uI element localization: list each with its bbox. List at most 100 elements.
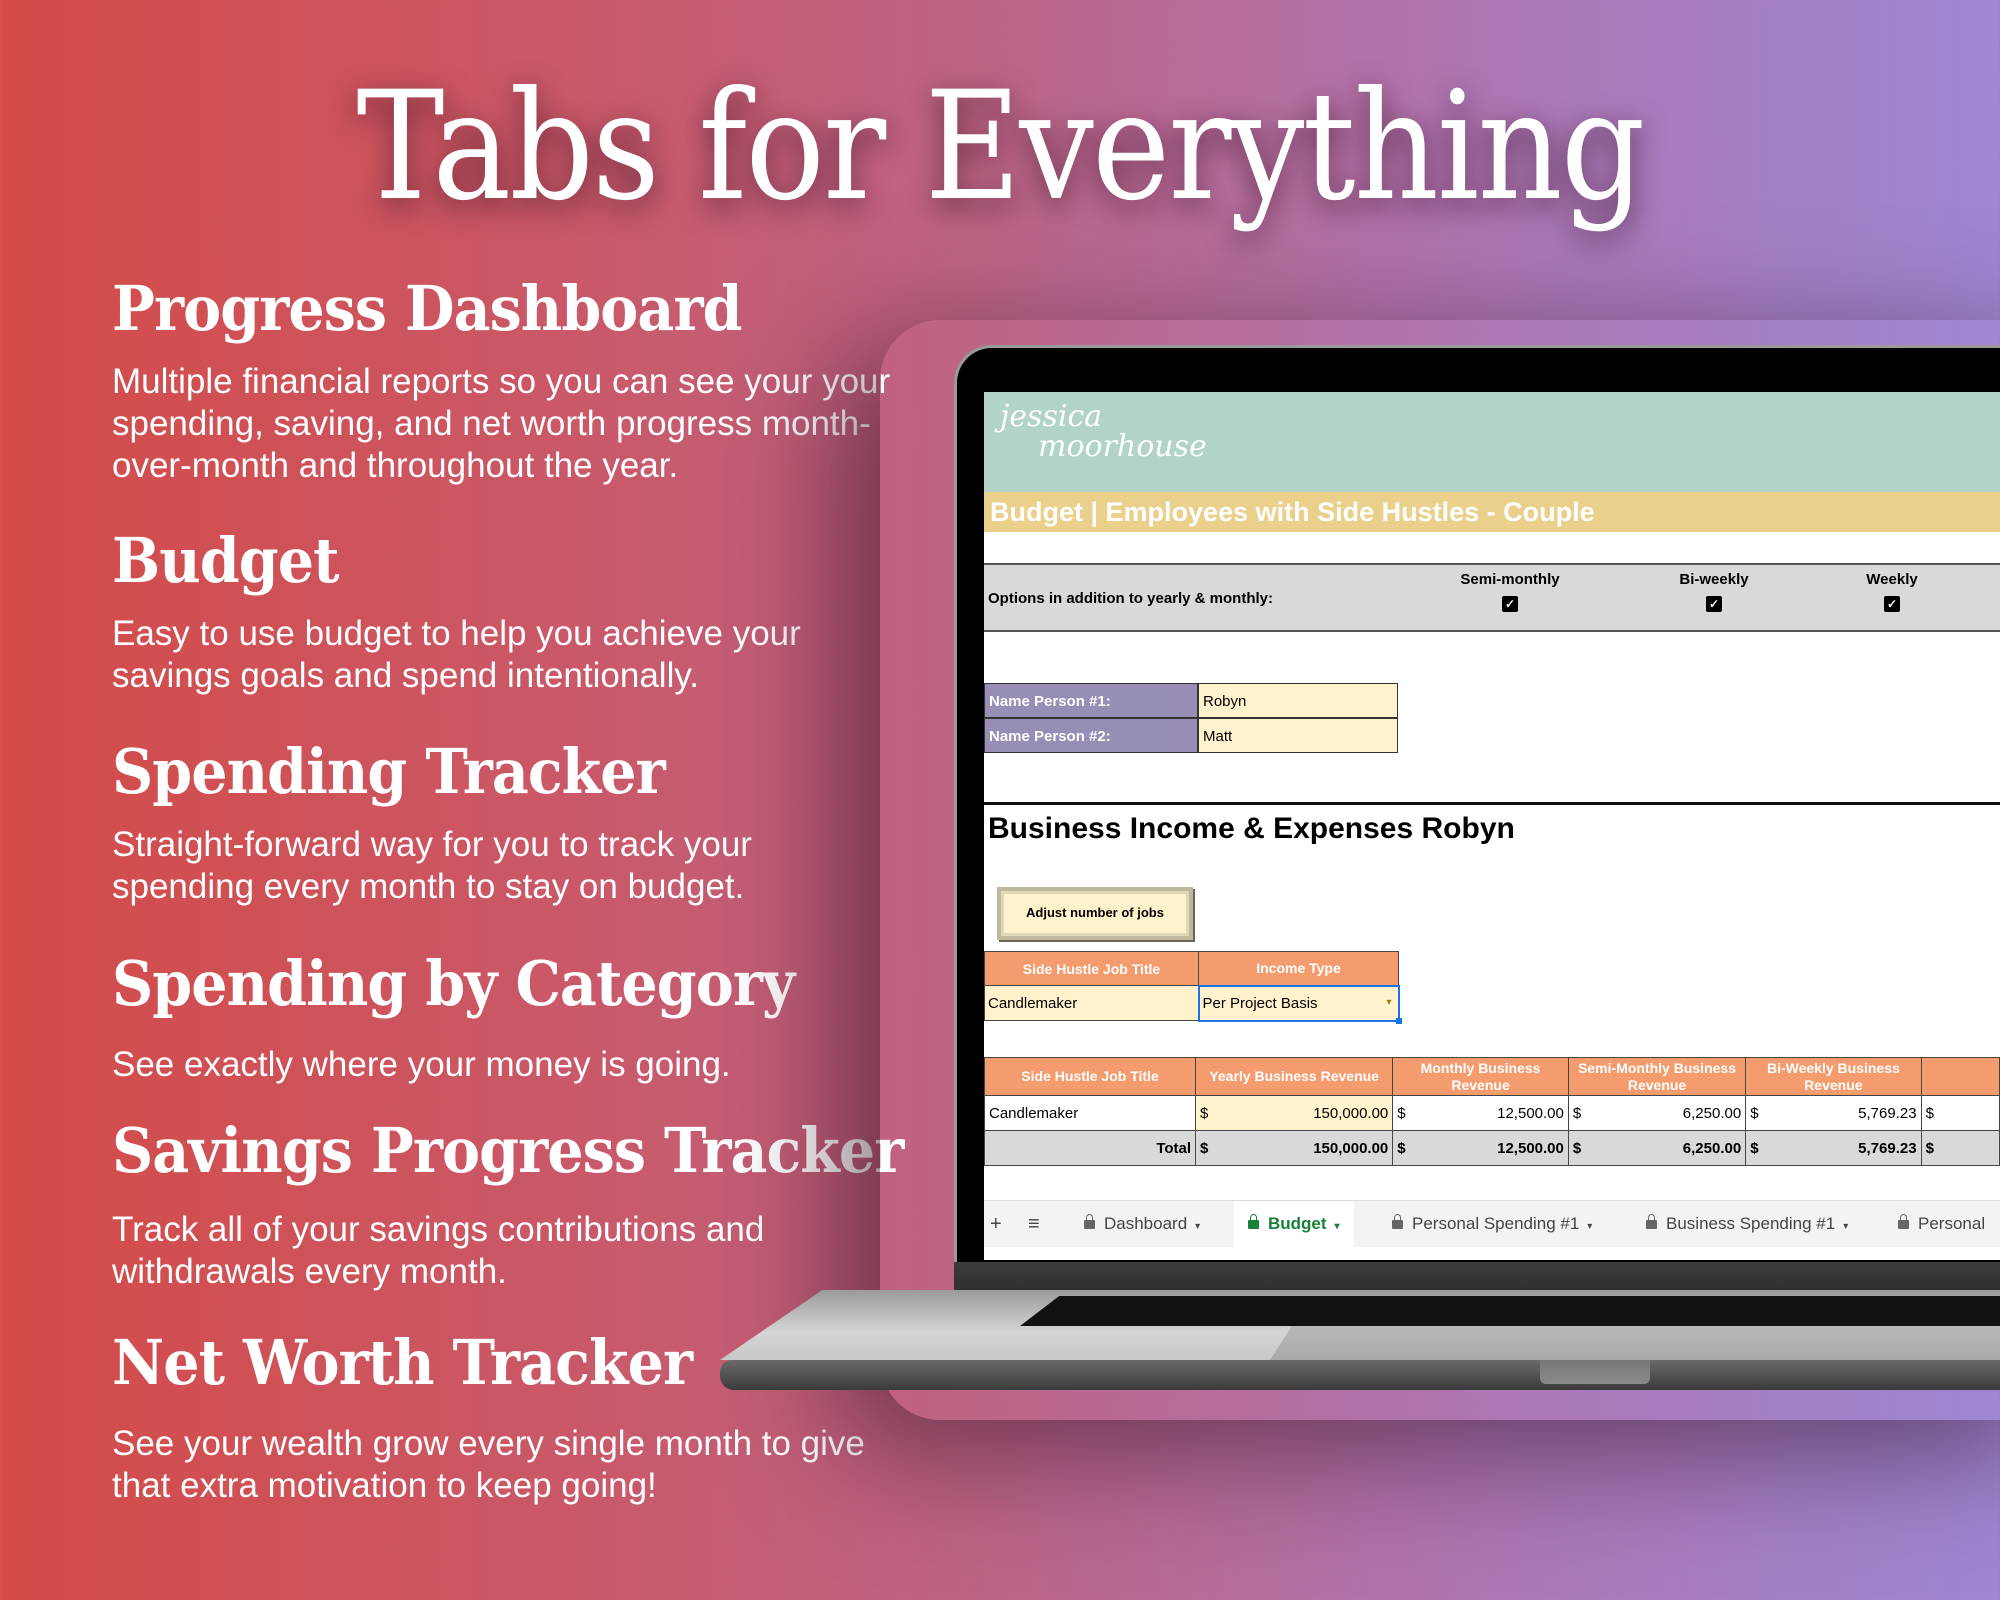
checkbox-checked-icon[interactable]: ✓ (1884, 596, 1900, 612)
overflow-cell: $ (1920, 1130, 2000, 1166)
name-row-person-2: Name Person #2: Matt (984, 718, 1398, 753)
brand-logo: jessica moorhouse (1000, 402, 1207, 462)
feature-savings-progress-tracker: Savings Progress Tracker Track all of yo… (112, 1114, 972, 1293)
option-weekly: Weekly ✓ (1832, 571, 1952, 612)
income-type-value: Per Project Basis (1202, 994, 1318, 1012)
page-title: Tabs for Everything (356, 60, 1645, 234)
option-semi-monthly: Semi-monthly ✓ (1450, 571, 1570, 612)
tab-dashboard[interactable]: Dashboard ▾ (1070, 1201, 1214, 1247)
lock-icon (1646, 1214, 1657, 1229)
currency-symbol: $ (1200, 1104, 1209, 1122)
option-bi-weekly: Bi-weekly ✓ (1654, 571, 1774, 612)
amount: 5,769.23 (1858, 1139, 1917, 1157)
column-header: Semi-Monthly Business Revenue (1567, 1057, 1747, 1096)
adjust-jobs-button[interactable]: Adjust number of jobs (997, 887, 1193, 940)
laptop-front-edge (720, 1360, 2000, 1390)
total-row: Total $150,000.00 $12,500.00 $6,250.00 $… (984, 1130, 2000, 1166)
frequency-options-row: Options in addition to yearly & monthly:… (984, 563, 2000, 632)
all-sheets-icon[interactable]: ≡ (1014, 1201, 1054, 1247)
currency-symbol: $ (1572, 1139, 1582, 1157)
lock-icon (1084, 1214, 1095, 1229)
table-row: Candlemaker Per Project Basis ▾ (984, 984, 1402, 1024)
job-type-table: Side Hustle Job Title Income Type Candle… (984, 951, 1402, 1024)
chevron-down-icon[interactable]: ▾ (1195, 1221, 1200, 1232)
add-sheet-icon[interactable]: + (984, 1201, 1016, 1247)
feature-heading: Progress Dashboard (112, 272, 743, 345)
feature-spending-tracker: Spending Tracker Straight-forward way fo… (112, 735, 852, 908)
lock-icon (1898, 1214, 1909, 1229)
spreadsheet-screen: jessica moorhouse Budget | Employees wit… (984, 392, 2000, 1260)
dropdown-caret-icon[interactable]: ▾ (1386, 997, 1391, 1008)
tab-label: Dashboard (1104, 1214, 1188, 1233)
name-input[interactable]: Matt (1198, 718, 1398, 753)
tab-personal-spending-1[interactable]: Personal Spending #1 ▾ (1378, 1201, 1606, 1247)
income-type-dropdown[interactable]: Per Project Basis ▾ (1197, 984, 1402, 1024)
amount: 6,250.00 (1682, 1104, 1742, 1122)
logo-line1: jessica (1000, 399, 1103, 434)
chevron-down-icon[interactable]: ▾ (1335, 1221, 1340, 1232)
column-header: Yearly Business Revenue (1195, 1057, 1394, 1096)
logo-line2: moorhouse (1038, 429, 1207, 464)
tab-label: Budget (1268, 1214, 1327, 1233)
selection-handle[interactable] (1395, 1017, 1402, 1024)
yearly-revenue-cell[interactable]: $150,000.00 (1195, 1095, 1394, 1131)
name-label: Name Person #1: (984, 683, 1198, 718)
feature-description: Multiple financial reports so you can se… (112, 362, 891, 485)
feature-heading: Spending by Category (112, 947, 795, 1020)
amount: 12,500.00 (1497, 1139, 1564, 1157)
lock-icon (1248, 1214, 1259, 1229)
column-header: Side Hustle Job Title (984, 951, 1199, 986)
currency-symbol: $ (1200, 1139, 1209, 1157)
tab-personal[interactable]: Personal (1884, 1201, 1999, 1247)
tab-label: Personal (1918, 1214, 1986, 1233)
total-monthly: $12,500.00 (1392, 1130, 1569, 1166)
amount: 5,769.23 (1858, 1104, 1917, 1122)
total-yearly: $150,000.00 (1195, 1130, 1394, 1166)
chevron-down-icon[interactable]: ▾ (1587, 1221, 1592, 1232)
column-header: Monthly Business Revenue (1392, 1057, 1569, 1096)
feature-description: Easy to use budget to help you achieve y… (112, 614, 801, 695)
sheet-tabs-bar: + ≡ Dashboard ▾ Budget ▾ Personal Spending… (984, 1200, 2000, 1247)
table-row: Candlemaker $150,000.00 $12,500.00 $6,25… (984, 1095, 2000, 1131)
monthly-revenue-cell: $12,500.00 (1392, 1095, 1569, 1131)
tab-business-spending-1[interactable]: Business Spending #1 ▾ (1632, 1201, 1862, 1247)
section-divider (984, 802, 2000, 805)
option-label: Semi-monthly (1460, 571, 1560, 588)
amount: 6,250.00 (1682, 1139, 1742, 1157)
checkbox-checked-icon[interactable]: ✓ (1706, 596, 1722, 612)
total-bi-weekly: $5,769.23 (1745, 1130, 1922, 1166)
feature-heading: Budget (112, 524, 339, 597)
chevron-down-icon[interactable]: ▾ (1843, 1221, 1848, 1232)
currency-symbol: $ (1397, 1139, 1406, 1157)
section-title: Business Income & Expenses Robyn (988, 812, 1515, 845)
currency-symbol: $ (1572, 1104, 1582, 1122)
currency-symbol: $ (1750, 1139, 1759, 1157)
total-semi-monthly: $6,250.00 (1567, 1130, 1747, 1166)
name-row-person-1: Name Person #1: Robyn (984, 683, 1398, 718)
checkbox-checked-icon[interactable]: ✓ (1502, 596, 1518, 612)
revenue-table: Side Hustle Job Title Yearly Business Re… (984, 1057, 2000, 1166)
job-title-cell[interactable]: Candlemaker (984, 1095, 1197, 1131)
name-label: Name Person #2: (984, 718, 1198, 753)
total-label: Total (984, 1130, 1197, 1166)
column-header-overflow (1920, 1057, 2000, 1096)
overflow-cell: $ (1920, 1095, 2000, 1131)
option-label: Bi-weekly (1679, 571, 1749, 588)
amount: 150,000.00 (1313, 1104, 1389, 1122)
tab-budget[interactable]: Budget ▾ (1234, 1201, 1354, 1247)
job-title-cell[interactable]: Candlemaker (984, 985, 1199, 1021)
laptop-trackpad (1270, 1326, 2000, 1360)
currency-symbol: $ (1750, 1104, 1759, 1122)
feature-spending-by-category: Spending by Category See exactly where y… (112, 947, 912, 1086)
lock-icon (1392, 1214, 1403, 1229)
feature-heading: Spending Tracker (112, 735, 666, 808)
column-header: Bi-Weekly Business Revenue (1745, 1057, 1922, 1096)
sheet-title: Budget | Employees with Side Hustles - C… (984, 492, 2000, 532)
options-label: Options in addition to yearly & monthly: (988, 590, 1274, 607)
feature-heading: Net Worth Tracker (112, 1326, 693, 1399)
name-input[interactable]: Robyn (1198, 683, 1398, 718)
tab-label: Personal Spending #1 (1412, 1214, 1580, 1233)
laptop-notch (1540, 1360, 1650, 1384)
column-header: Income Type (1198, 951, 1399, 986)
column-header: Side Hustle Job Title (984, 1057, 1197, 1096)
